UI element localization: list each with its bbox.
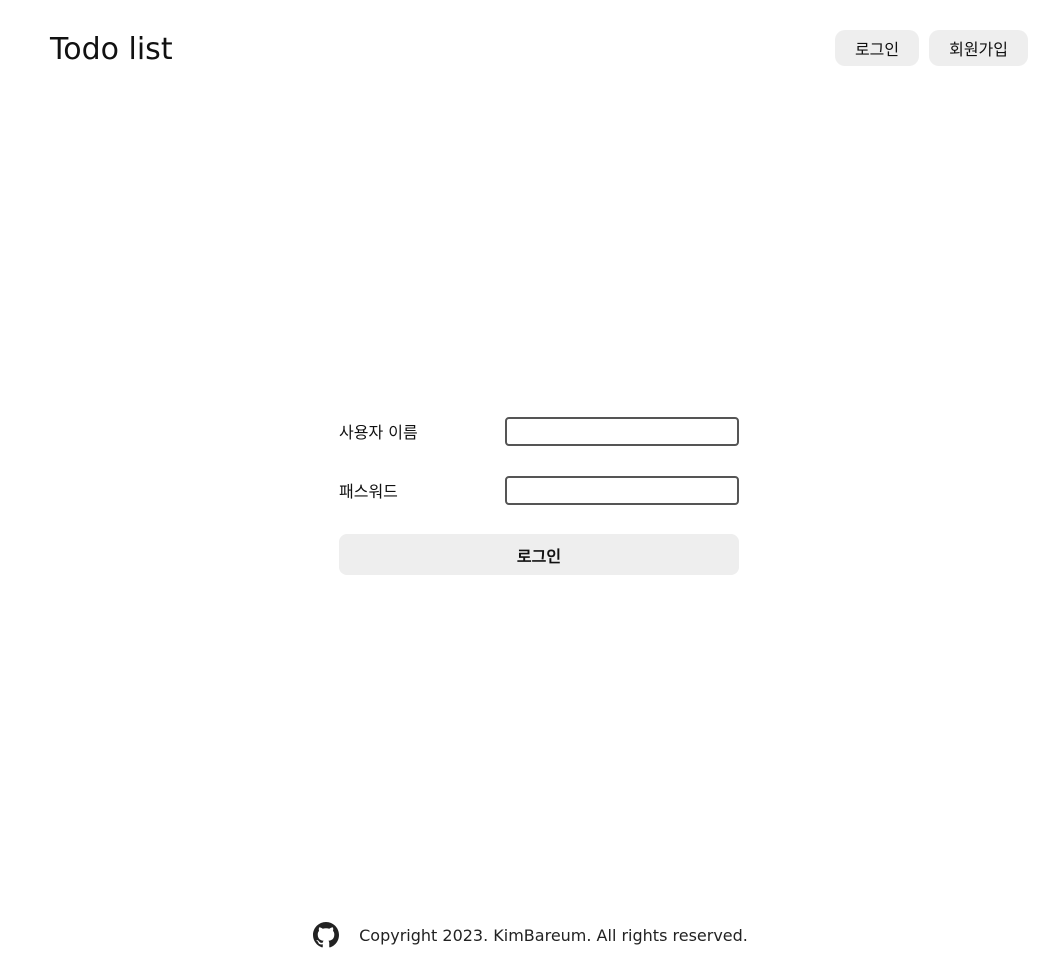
username-input[interactable]	[505, 416, 739, 446]
username-row: 사용자 이름	[339, 416, 739, 446]
password-row: 패스워드	[339, 475, 739, 505]
login-submit-button[interactable]: 로그인	[339, 534, 739, 575]
github-icon	[313, 922, 340, 948]
header-signup-button[interactable]: 회원가입	[929, 30, 1028, 66]
app-title: Todo list	[50, 32, 173, 67]
password-label: 패스워드	[339, 482, 398, 501]
github-link[interactable]	[313, 922, 340, 948]
username-label: 사용자 이름	[339, 423, 418, 442]
header-login-button[interactable]: 로그인	[834, 30, 920, 66]
copyright-text: Copyright 2023. KimBareum. All rights re…	[359, 925, 748, 945]
login-form: 사용자 이름 패스워드 로그인	[339, 416, 739, 575]
footer: Copyright 2023. KimBareum. All rights re…	[0, 922, 1061, 948]
password-input[interactable]	[505, 475, 739, 505]
page: Todo list 로그인 회원가입 사용자 이름 패스워드 로그인 Copyr…	[0, 0, 1061, 976]
header-actions: 로그인 회원가입	[834, 30, 1028, 66]
